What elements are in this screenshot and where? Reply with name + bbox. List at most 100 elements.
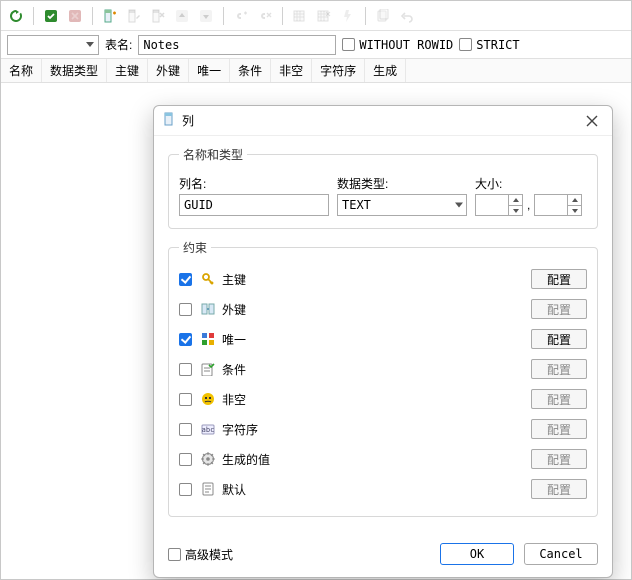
copy-icon[interactable]: [372, 5, 394, 27]
col-header[interactable]: 主键: [107, 59, 148, 82]
strict-checkbox[interactable]: [459, 38, 472, 51]
configure-button[interactable]: 配置: [531, 389, 587, 409]
pk-icon: [200, 271, 216, 287]
constraint-co: abc 字符序 配置: [179, 414, 587, 444]
delete-constraint-icon[interactable]: [254, 5, 276, 27]
size-separator: ,: [527, 198, 530, 212]
constraint-checkbox[interactable]: [179, 273, 192, 286]
col-header[interactable]: 唯一: [189, 59, 230, 82]
spin-up-icon[interactable]: [508, 195, 522, 205]
size1-input[interactable]: [476, 198, 508, 212]
size-label: 大小:: [475, 175, 587, 192]
constraint-checkbox[interactable]: [179, 423, 192, 436]
configure-button[interactable]: 配置: [531, 329, 587, 349]
ok-button[interactable]: OK: [440, 543, 514, 565]
undo-icon[interactable]: [396, 5, 418, 27]
cancel-button[interactable]: Cancel: [524, 543, 598, 565]
refresh-icon[interactable]: [5, 5, 27, 27]
move-down-icon[interactable]: [195, 5, 217, 27]
column-dialog: 列 名称和类型 列名: 数据类型:: [153, 105, 613, 578]
edit-column-icon[interactable]: [123, 5, 145, 27]
schema-combo[interactable]: [7, 35, 99, 55]
add-column-icon[interactable]: [99, 5, 121, 27]
constraint-checkbox[interactable]: [179, 333, 192, 346]
col-name-label: 列名:: [179, 175, 329, 192]
co-icon: abc: [200, 421, 216, 437]
col-header[interactable]: 非空: [271, 59, 312, 82]
strict-option[interactable]: STRICT: [459, 38, 519, 52]
constraint-checkbox[interactable]: [179, 393, 192, 406]
configure-button[interactable]: 配置: [531, 269, 587, 289]
chevron-down-icon: [86, 42, 94, 47]
table-editor-window: 表名: WITHOUT ROWID STRICT 名称 数据类型 主键 外键 唯…: [0, 0, 632, 580]
datatype-label: 数据类型:: [337, 175, 467, 192]
col-header[interactable]: 字符序: [312, 59, 365, 82]
constraint-df: 默认配置: [179, 474, 587, 504]
delete-index-icon[interactable]: [313, 5, 335, 27]
gn-icon: [200, 451, 216, 467]
constraint-checkbox[interactable]: [179, 363, 192, 376]
configure-button[interactable]: 配置: [531, 479, 587, 499]
constraint-label: 主键: [222, 271, 246, 288]
advanced-checkbox[interactable]: [168, 548, 181, 561]
df-icon: [200, 481, 216, 497]
without-rowid-option[interactable]: WITHOUT ROWID: [342, 38, 453, 52]
dialog-titlebar: 列: [154, 106, 612, 136]
without-rowid-checkbox[interactable]: [342, 38, 355, 51]
add-index-icon[interactable]: [289, 5, 311, 27]
delete-column-icon[interactable]: [147, 5, 169, 27]
configure-button[interactable]: 配置: [531, 359, 587, 379]
close-icon: [586, 115, 598, 127]
toolbar: [1, 1, 631, 31]
dialog-footer: 高级模式 OK Cancel: [154, 535, 612, 577]
table-name-label: 表名:: [105, 36, 132, 53]
datatype-combo[interactable]: [337, 194, 467, 216]
constraint-label: 条件: [222, 361, 246, 378]
col-header[interactable]: 数据类型: [42, 59, 107, 82]
add-constraint-icon[interactable]: [230, 5, 252, 27]
size2-spinner[interactable]: [534, 194, 582, 216]
rollback-icon[interactable]: [64, 5, 86, 27]
spin-down-icon[interactable]: [508, 205, 522, 215]
close-button[interactable]: [580, 109, 604, 133]
spin-down-icon[interactable]: [567, 205, 581, 215]
column-icon: [162, 112, 176, 129]
move-up-icon[interactable]: [171, 5, 193, 27]
constraint-nn: 非空 配置: [179, 384, 587, 414]
constraint-checkbox[interactable]: [179, 453, 192, 466]
col-name-input[interactable]: [179, 194, 329, 216]
fk-icon: [200, 301, 216, 317]
constraint-checkbox[interactable]: [179, 483, 192, 496]
configure-button[interactable]: 配置: [531, 449, 587, 469]
columns-header: 名称 数据类型 主键 外键 唯一 条件 非空 字符序 生成: [1, 59, 631, 83]
spin-up-icon[interactable]: [567, 195, 581, 205]
dialog-title: 列: [182, 112, 194, 129]
advanced-option[interactable]: 高级模式: [168, 546, 233, 563]
constraint-label: 非空: [222, 391, 246, 408]
constraint-fk: 外键配置: [179, 294, 587, 324]
constraint-checkbox[interactable]: [179, 303, 192, 316]
group-legend: 约束: [179, 239, 211, 256]
configure-button[interactable]: 配置: [531, 299, 587, 319]
group-legend: 名称和类型: [179, 146, 247, 163]
constraint-label: 生成的值: [222, 451, 270, 468]
col-header[interactable]: 名称: [1, 59, 42, 82]
constraint-ck: 条件 配置: [179, 354, 587, 384]
size2-input[interactable]: [535, 198, 567, 212]
col-header[interactable]: 外键: [148, 59, 189, 82]
col-header[interactable]: 条件: [230, 59, 271, 82]
size1-spinner[interactable]: [475, 194, 523, 216]
constraint-label: 唯一: [222, 331, 246, 348]
col-header[interactable]: 生成: [365, 59, 406, 82]
constraint-label: 字符序: [222, 421, 258, 438]
nn-icon: [200, 391, 216, 407]
table-name-input[interactable]: [138, 35, 336, 55]
trigger-icon[interactable]: [337, 5, 359, 27]
constraints-group: 约束 主键配置外键配置唯一配置条件配置非空配置abc字符序配置生成的值配置默认配…: [168, 239, 598, 517]
uq-icon: [200, 331, 216, 347]
configure-button[interactable]: 配置: [531, 419, 587, 439]
constraint-pk: 主键 配置: [179, 264, 587, 294]
svg-text:abc: abc: [202, 426, 215, 434]
commit-icon[interactable]: [40, 5, 62, 27]
table-name-row: 表名: WITHOUT ROWID STRICT: [1, 31, 631, 59]
